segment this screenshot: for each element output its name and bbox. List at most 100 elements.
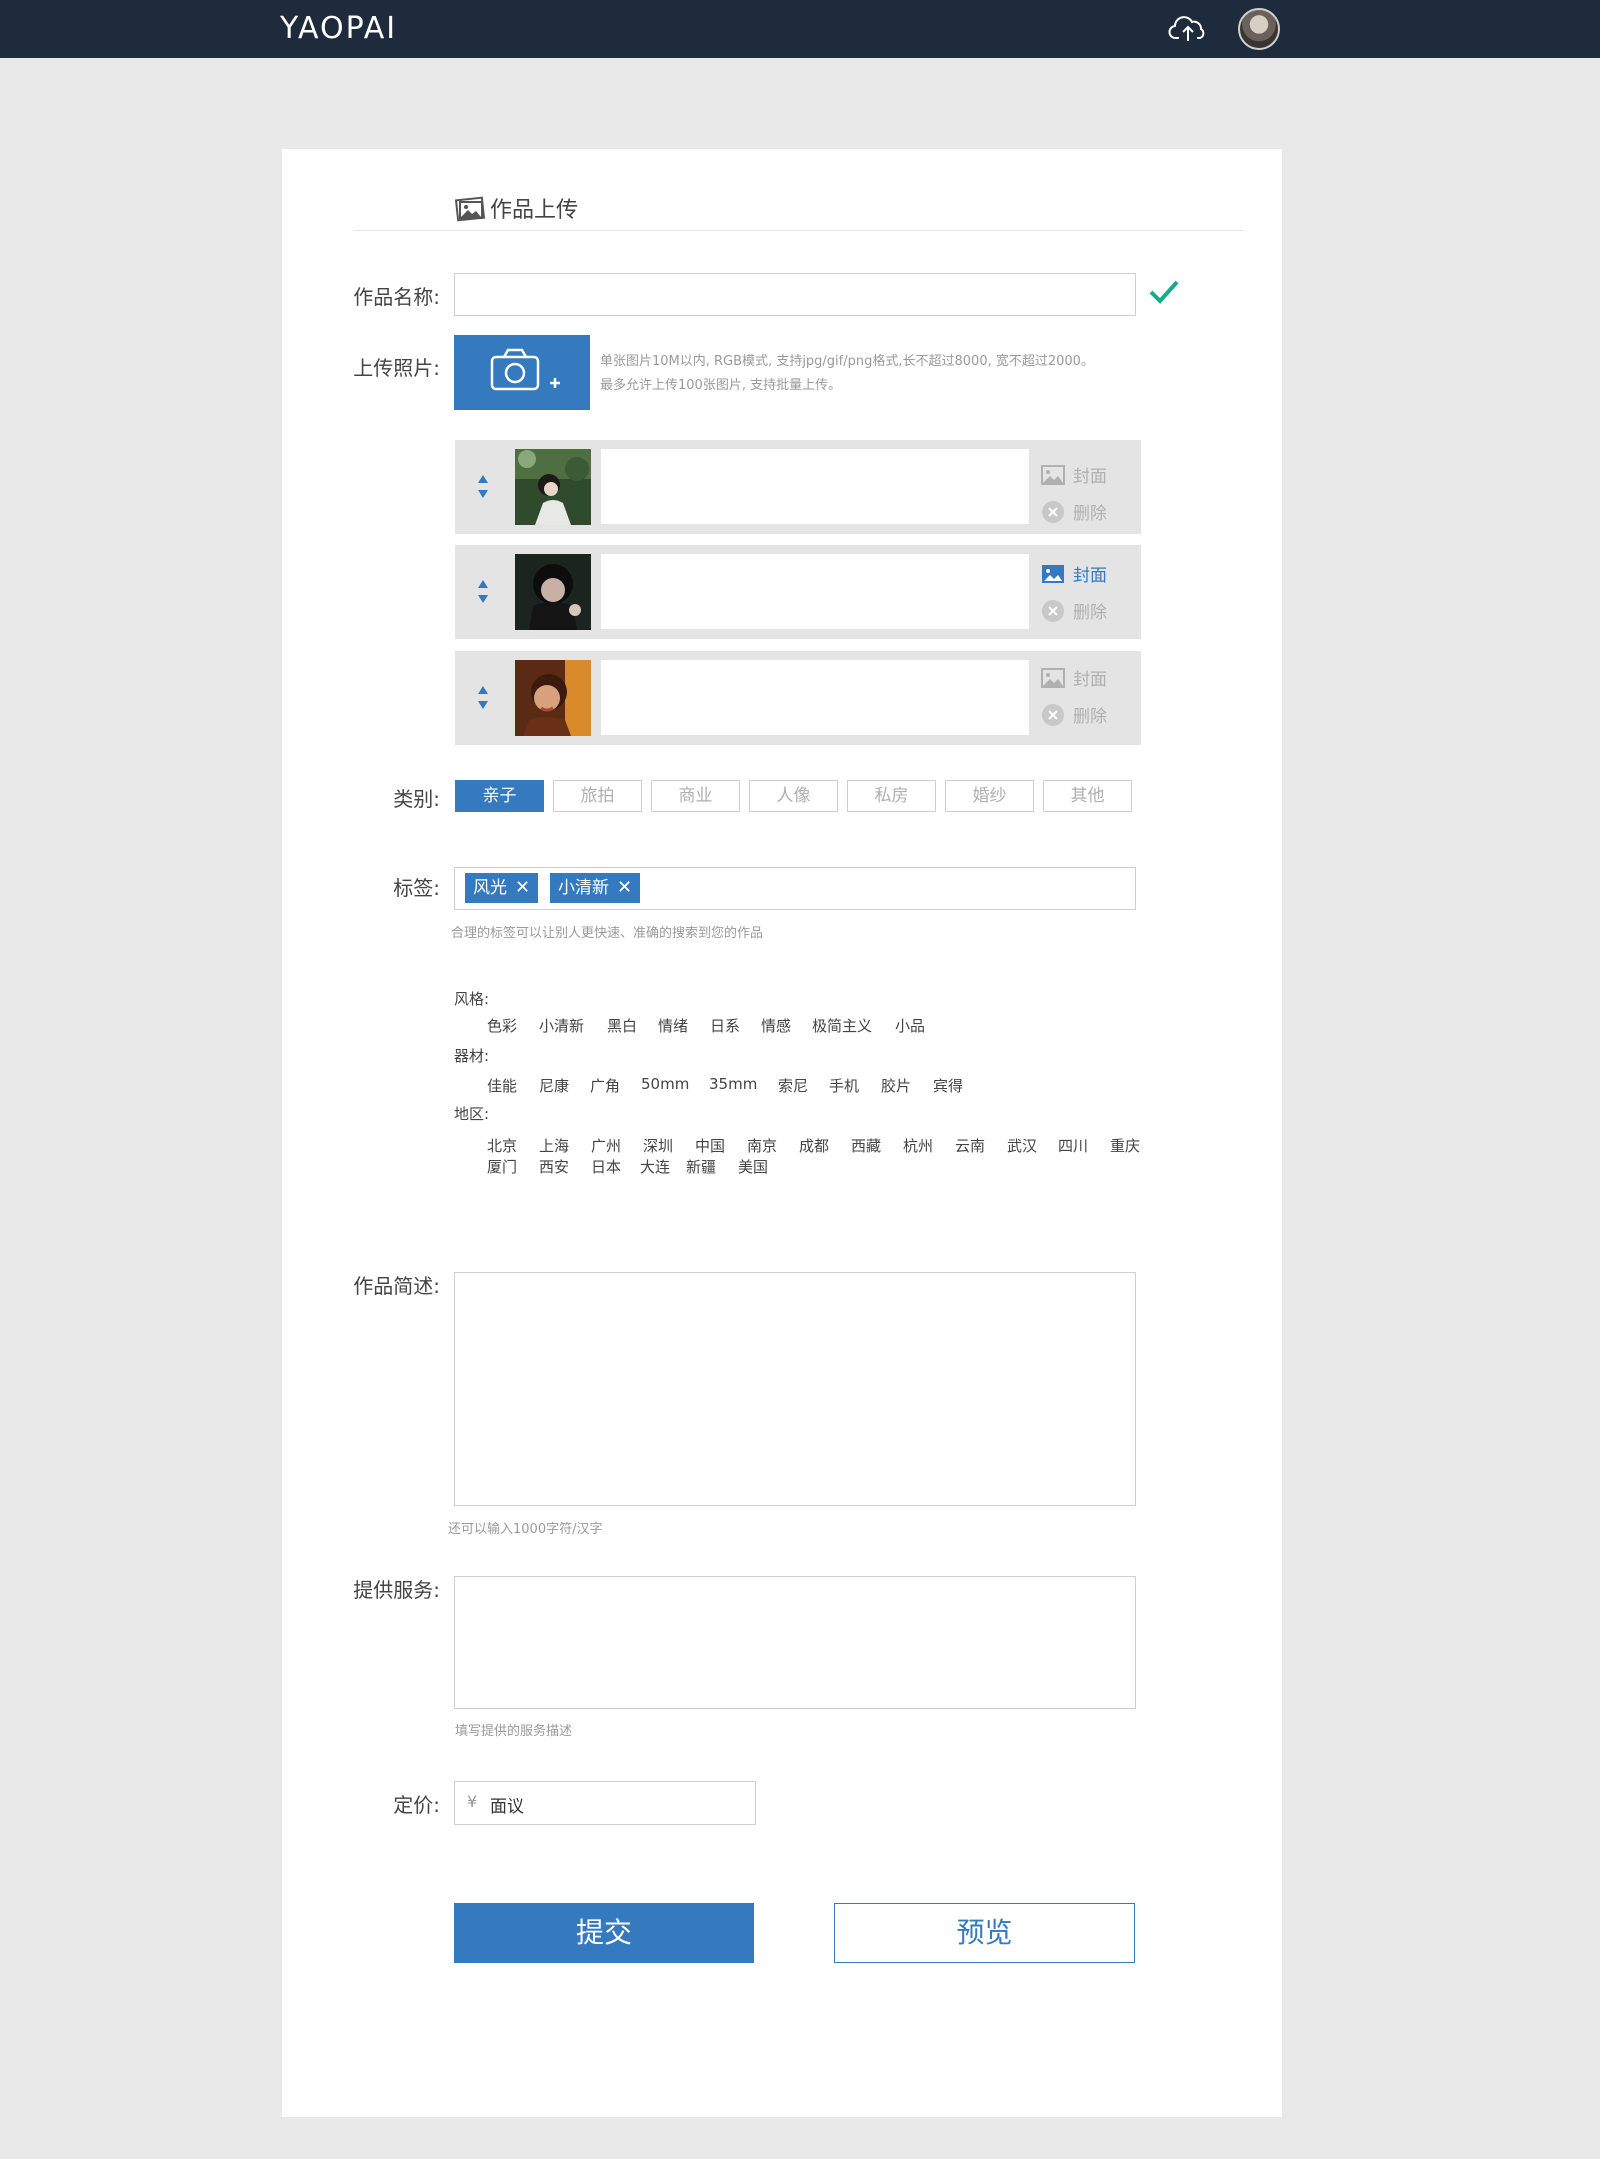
photo-hint-2: 最多允许上传100张图片, 支持批量上传。 [600, 378, 842, 393]
photo-row: 封面 删除 [455, 545, 1141, 639]
category-option[interactable]: 婚纱 [945, 780, 1034, 812]
tag-suggestion[interactable]: 新疆 [686, 1156, 716, 1177]
tag-hint: 合理的标签可以让别人更快速、准确的搜索到您的作品 [451, 926, 764, 941]
tag-chip[interactable]: 风光 ✕ [465, 873, 539, 903]
cloud-upload-icon[interactable] [1168, 14, 1208, 44]
tag-suggestion[interactable]: 小品 [895, 1015, 925, 1036]
tag-suggestion[interactable]: 中国 [695, 1135, 725, 1156]
tag-suggestion[interactable]: 佳能 [487, 1075, 517, 1096]
category-option[interactable]: 人像 [749, 780, 838, 812]
avatar[interactable] [1238, 8, 1280, 50]
service-textarea[interactable] [454, 1576, 1136, 1709]
tag-suggestion[interactable]: 尼康 [539, 1075, 569, 1096]
submit-button[interactable]: 提交 [454, 1903, 754, 1963]
close-icon[interactable]: ✕ [617, 873, 632, 903]
photo-caption-input[interactable] [601, 554, 1029, 629]
close-icon[interactable]: ✕ [515, 873, 530, 903]
tag-suggestion[interactable]: 大连 [640, 1156, 670, 1177]
set-cover-button[interactable]: 封面 [1041, 462, 1107, 487]
tag-suggestion[interactable]: 西藏 [851, 1135, 881, 1156]
tag-chip[interactable]: 小清新 ✕ [550, 873, 641, 903]
sort-arrows-icon[interactable] [477, 474, 489, 500]
tag-suggestion[interactable]: 手机 [829, 1075, 859, 1096]
top-bar: YAOPAI [0, 0, 1600, 58]
tag-group-label: 地区: [454, 1105, 490, 1123]
tag-suggestion[interactable]: 四川 [1058, 1135, 1088, 1156]
description-hint: 还可以输入1000字符/汉字 [448, 1522, 603, 1537]
description-label: 作品简述: [353, 1274, 440, 1298]
category-option[interactable]: 其他 [1043, 780, 1132, 812]
tag-suggestion[interactable]: 广角 [590, 1075, 620, 1096]
tag-suggestion[interactable]: 北京 [487, 1135, 517, 1156]
tag-suggestion[interactable]: 西安 [539, 1156, 569, 1177]
photo-icon [454, 196, 486, 222]
set-cover-button[interactable]: 封面 [1041, 665, 1107, 690]
photo-hint-1: 单张图片10M以内, RGB模式, 支持jpg/gif/png格式,长不超过80… [600, 354, 1094, 369]
name-label: 作品名称: [353, 285, 440, 309]
delete-photo-button[interactable]: 删除 [1041, 702, 1107, 727]
logo[interactable]: YAOPAI [280, 10, 397, 48]
set-cover-button[interactable]: 封面 [1041, 561, 1107, 586]
name-input[interactable] [454, 273, 1136, 316]
tag-suggestion[interactable]: 重庆 [1110, 1135, 1140, 1156]
description-textarea[interactable] [454, 1272, 1136, 1506]
tag-suggestion[interactable]: 厦门 [487, 1156, 517, 1177]
tag-suggestion[interactable]: 极简主义 [812, 1015, 872, 1036]
tag-suggestion[interactable]: 宾得 [933, 1075, 963, 1096]
tag-suggestion[interactable]: 上海 [539, 1135, 569, 1156]
tag-suggestion[interactable]: 情绪 [658, 1015, 688, 1036]
delete-photo-button[interactable]: 删除 [1041, 499, 1107, 524]
photo-label: 上传照片: [353, 356, 440, 380]
tag-suggestion[interactable]: 50mm [641, 1075, 689, 1093]
tag-group-label: 风格: [454, 990, 490, 1008]
tag-suggestion[interactable]: 成都 [799, 1135, 829, 1156]
tag-suggestion[interactable]: 情感 [761, 1015, 791, 1036]
tag-group-label: 器材: [454, 1047, 490, 1065]
photo-caption-input[interactable] [601, 660, 1029, 735]
image-icon [1041, 464, 1065, 485]
tag-suggestion[interactable]: 黑白 [607, 1015, 637, 1036]
tag-suggestion[interactable]: 南京 [747, 1135, 777, 1156]
tag-suggestion[interactable]: 杭州 [903, 1135, 933, 1156]
photo-thumbnail [515, 554, 591, 630]
camera-plus-icon [490, 348, 560, 391]
tag-suggestion[interactable]: 索尼 [778, 1075, 808, 1096]
tag-suggestion[interactable]: 云南 [955, 1135, 985, 1156]
close-circle-icon [1042, 500, 1064, 523]
price-value: 面议 [490, 1797, 524, 1817]
preview-button[interactable]: 预览 [834, 1903, 1135, 1963]
tag-suggestion[interactable]: 广州 [591, 1135, 621, 1156]
tag-suggestion[interactable]: 日本 [591, 1156, 621, 1177]
tag-suggestion[interactable]: 小清新 [539, 1015, 584, 1036]
upload-photo-button[interactable] [454, 335, 590, 410]
category-option[interactable]: 商业 [651, 780, 740, 812]
tag-suggestion[interactable]: 35mm [709, 1075, 757, 1093]
delete-photo-button[interactable]: 删除 [1041, 598, 1107, 623]
photo-row: 封面 删除 [455, 651, 1141, 745]
sort-arrows-icon[interactable] [477, 685, 489, 711]
tag-suggestion[interactable]: 武汉 [1007, 1135, 1037, 1156]
currency-symbol: ¥ [467, 1792, 478, 1811]
tag-suggestion[interactable]: 胶片 [881, 1075, 911, 1096]
photo-row: 封面 删除 [455, 440, 1141, 534]
page-title: 作品上传 [454, 192, 578, 224]
category-label: 类别: [393, 787, 440, 811]
tag-suggestion[interactable]: 深圳 [643, 1135, 673, 1156]
sort-arrows-icon[interactable] [477, 579, 489, 605]
section-title-text: 作品上传 [490, 198, 579, 223]
title-divider [354, 230, 1244, 231]
service-label: 提供服务: [353, 1578, 440, 1602]
tag-suggestion[interactable]: 色彩 [487, 1015, 517, 1036]
tag-label: 标签: [393, 876, 440, 900]
category-option[interactable]: 亲子 [455, 780, 544, 812]
close-circle-icon [1042, 703, 1064, 726]
category-option[interactable]: 旅拍 [553, 780, 642, 812]
tag-suggestion[interactable]: 日系 [710, 1015, 740, 1036]
category-option[interactable]: 私房 [847, 780, 936, 812]
photo-caption-input[interactable] [601, 449, 1029, 524]
image-icon [1042, 564, 1064, 583]
price-label: 定价: [393, 1793, 440, 1817]
close-circle-icon [1042, 599, 1064, 622]
image-icon [1041, 667, 1065, 688]
tag-suggestion[interactable]: 美国 [738, 1156, 768, 1177]
